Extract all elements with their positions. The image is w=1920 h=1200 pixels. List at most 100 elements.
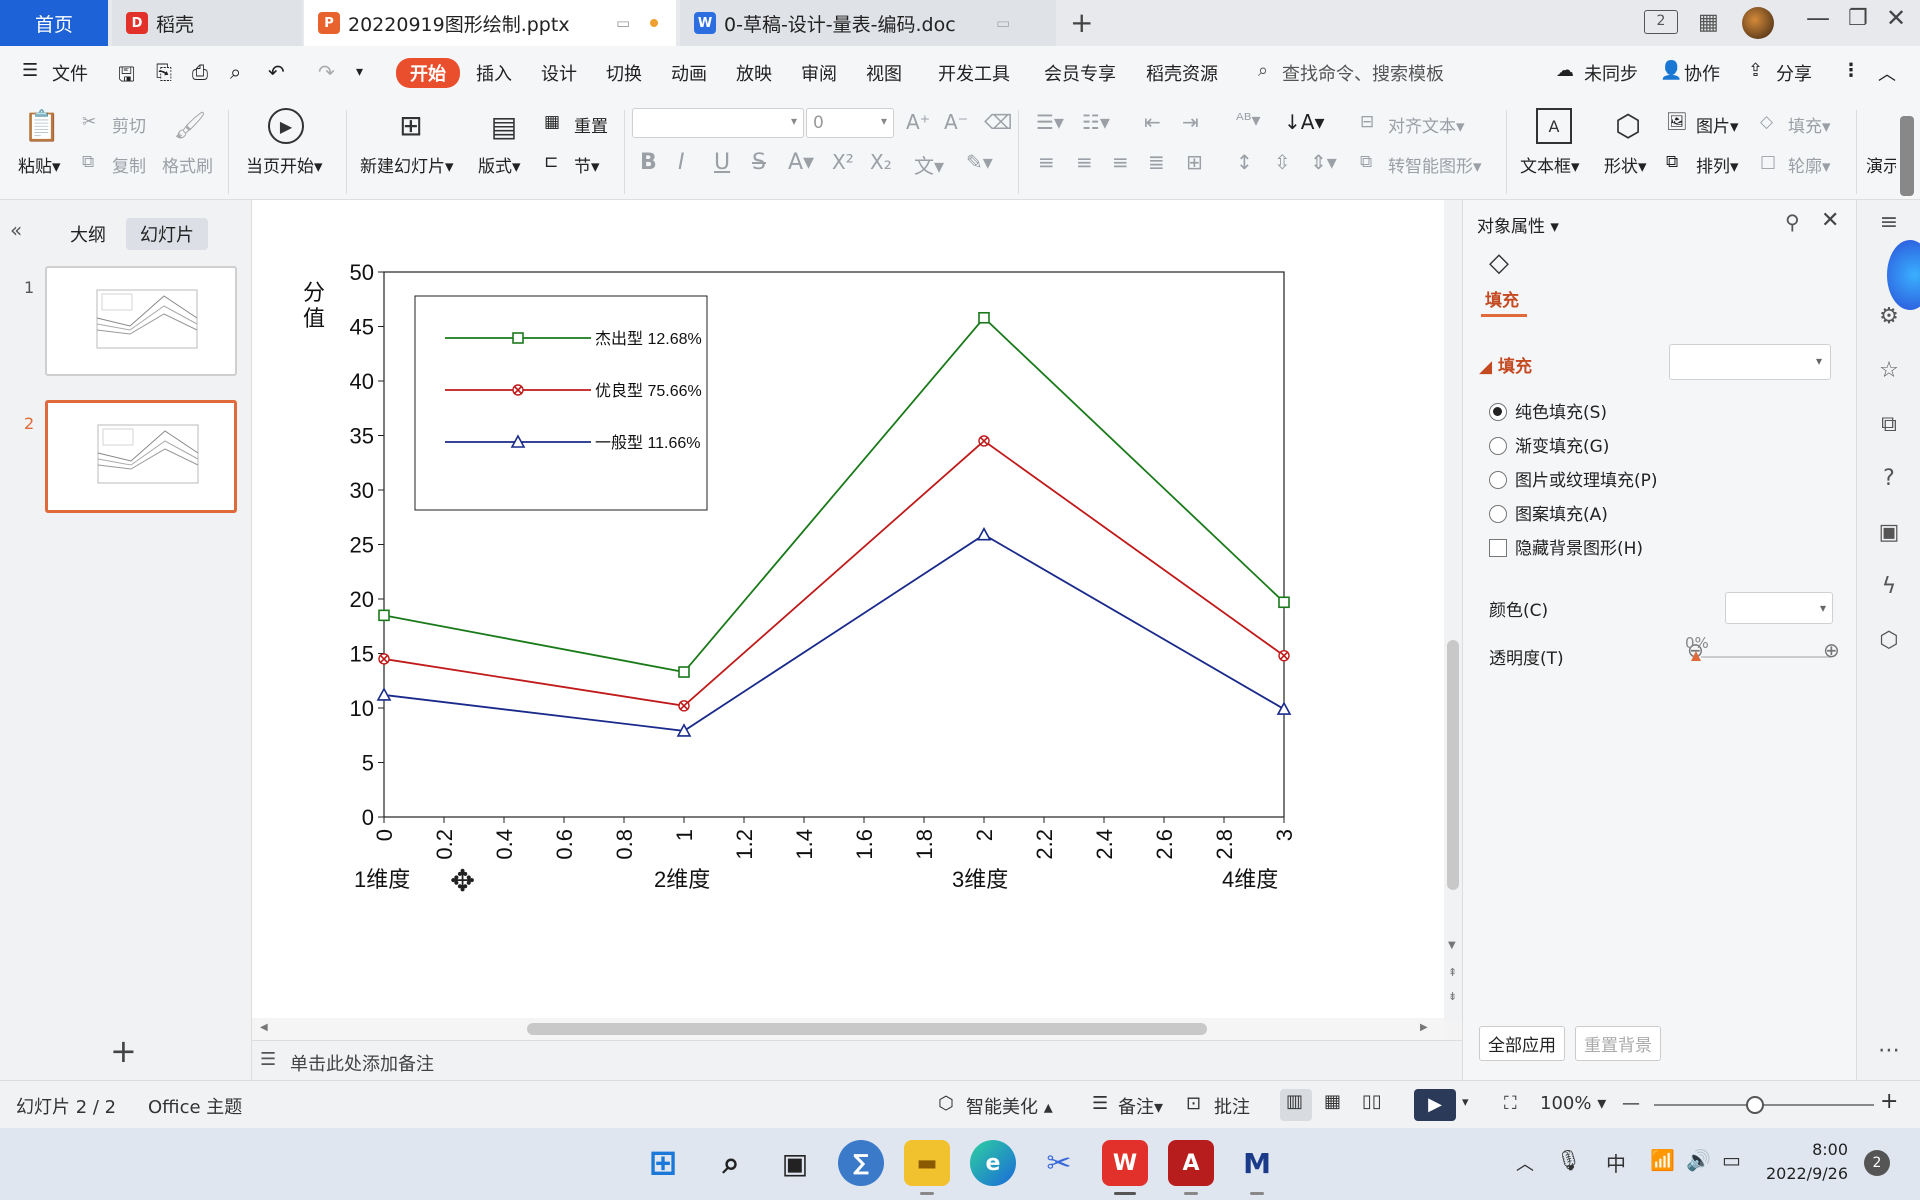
- font-decrease-icon[interactable]: A⁻: [944, 110, 968, 134]
- prev-slide-icon[interactable]: ⇞: [1448, 966, 1457, 979]
- triangle-marker[interactable]: [1276, 701, 1292, 715]
- unsync-button[interactable]: 未同步: [1584, 60, 1638, 86]
- outline-button[interactable]: 轮廓▾: [1788, 152, 1831, 177]
- tab-pptx[interactable]: P 20220919图形绘制.pptx ▭: [304, 0, 676, 46]
- quick-access-dropdown-icon[interactable]: ▾: [356, 64, 363, 80]
- snipping-tool-icon[interactable]: ✂: [1036, 1140, 1082, 1186]
- comments-button[interactable]: 批注: [1214, 1093, 1250, 1119]
- menu-animation[interactable]: 动画: [671, 60, 707, 86]
- command-search-input[interactable]: 查找命令、搜索模板: [1282, 60, 1444, 86]
- increase-indent-icon[interactable]: ⇥: [1182, 110, 1199, 134]
- numbered-list-icon[interactable]: ☷▾: [1082, 110, 1110, 134]
- menu-insert[interactable]: 插入: [476, 60, 512, 86]
- highlight-icon[interactable]: ✎▾: [966, 150, 993, 174]
- menu-slideshow[interactable]: 放映: [736, 60, 772, 86]
- menu-lines-icon[interactable]: ≡: [1875, 210, 1903, 238]
- notes-pane[interactable]: ☰ 单击此处添加备注: [252, 1040, 1462, 1080]
- subscript-icon[interactable]: X₂: [870, 150, 892, 174]
- cube-icon[interactable]: ⬡: [1875, 628, 1903, 656]
- zoom-in-icon[interactable]: +: [1880, 1089, 1898, 1114]
- close-window-icon[interactable]: ✕: [1886, 4, 1906, 32]
- layout-button[interactable]: 版式▾: [478, 152, 521, 177]
- tab-outline[interactable]: 大纲: [56, 218, 120, 250]
- bullet-list-icon[interactable]: ☰▾: [1036, 110, 1064, 134]
- windows-start-icon[interactable]: ⊞: [640, 1140, 686, 1186]
- horizontal-scrollbar[interactable]: ◀ ▶: [252, 1018, 1444, 1040]
- shape-button[interactable]: 形状▾: [1604, 152, 1647, 177]
- line-chart[interactable]: 0 5 10 15 20 25 30 35 40 45 50 0 0.2 0.4 0.6 0.8 1 1.2 1.4…: [252, 200, 1444, 1020]
- tab-slides[interactable]: 幻灯片: [126, 218, 208, 250]
- align-right-icon[interactable]: ≡: [1112, 150, 1129, 174]
- print-preview-icon[interactable]: ⌕: [230, 60, 241, 84]
- more-options-icon[interactable]: ⋯: [1875, 1038, 1903, 1066]
- tray-expand-icon[interactable]: ︿: [1516, 1150, 1534, 1176]
- file-explorer-icon[interactable]: ▬: [904, 1140, 950, 1186]
- shape-icon[interactable]: ⬡: [1608, 106, 1648, 146]
- color-select[interactable]: ▾: [1725, 592, 1833, 624]
- menu-developer[interactable]: 开发工具: [938, 60, 1010, 86]
- help-icon[interactable]: ?: [1875, 466, 1903, 494]
- image-tool-icon[interactable]: ▣: [1875, 520, 1903, 548]
- triangle-marker[interactable]: [376, 687, 392, 701]
- picture-button[interactable]: 图片▾: [1696, 112, 1739, 137]
- line-spacing-icon[interactable]: ↕: [1236, 150, 1253, 174]
- notes-placeholder[interactable]: 单击此处添加备注: [290, 1050, 434, 1076]
- hide-background-checkbox[interactable]: 隐藏背景图形(H): [1489, 534, 1643, 559]
- microphone-icon[interactable]: 🎙: [1556, 1148, 1581, 1172]
- align-left-icon[interactable]: ≡: [1038, 150, 1055, 174]
- monitor-icon[interactable]: ▭: [616, 14, 630, 32]
- clock-time[interactable]: 8:00: [1788, 1140, 1848, 1159]
- square-marker[interactable]: [678, 666, 690, 678]
- collapse-ribbon-icon[interactable]: ︿: [1878, 60, 1896, 86]
- tab-doc[interactable]: W 0-草稿-设计-量表-编码.doc ▭: [680, 0, 1056, 46]
- distribute-icon[interactable]: ⊞: [1186, 150, 1203, 174]
- slide-thumbnail-1[interactable]: [45, 266, 237, 376]
- scroll-down-icon[interactable]: ▼: [1448, 940, 1456, 951]
- share-button[interactable]: 分享: [1776, 60, 1812, 86]
- edge-browser-icon[interactable]: e: [970, 1140, 1016, 1186]
- lightning-icon[interactable]: ϟ: [1875, 574, 1903, 602]
- restore-icon[interactable]: ❐: [1848, 6, 1868, 31]
- slide-thumbnail-2[interactable]: [45, 400, 237, 513]
- assistant-icon[interactable]: [1887, 240, 1920, 310]
- print-icon[interactable]: ⎙: [192, 60, 208, 84]
- avatar[interactable]: [1742, 7, 1774, 39]
- properties-icon[interactable]: ⚙: [1875, 304, 1903, 332]
- monitor-icon[interactable]: ▭: [996, 14, 1010, 32]
- save-icon[interactable]: 🖫: [118, 60, 135, 94]
- fill-bucket-icon[interactable]: ◇: [1489, 248, 1509, 278]
- arrange-button[interactable]: 排列▾: [1696, 152, 1739, 177]
- tab-daoke[interactable]: D 稻壳: [112, 0, 302, 46]
- italic-icon[interactable]: I: [678, 150, 685, 175]
- menu-daoke-resources[interactable]: 稻壳资源: [1146, 60, 1218, 86]
- ime-indicator[interactable]: 中: [1606, 1148, 1626, 1177]
- hamburger-menu-icon[interactable]: ☰: [22, 60, 38, 81]
- zoom-slider[interactable]: [1654, 1104, 1874, 1106]
- series-line-3[interactable]: [383, 533, 1285, 732]
- copy-button[interactable]: 复制: [112, 152, 146, 177]
- font-increase-icon[interactable]: A⁺: [906, 110, 930, 134]
- pattern-fill-option[interactable]: 图案填充(A): [1489, 500, 1608, 525]
- next-slide-icon[interactable]: ⇟: [1448, 990, 1457, 1003]
- paste-button[interactable]: 粘贴▾: [18, 152, 61, 177]
- clear-format-icon[interactable]: ⌫: [984, 110, 1012, 134]
- smart-shape-button[interactable]: 转智能图形▾: [1388, 152, 1482, 177]
- minimize-icon[interactable]: —: [1806, 4, 1830, 32]
- vertical-scroll-thumb[interactable]: [1447, 640, 1459, 890]
- new-slide-icon[interactable]: ⊞: [392, 106, 430, 144]
- tab-home[interactable]: 首页: [0, 0, 108, 46]
- strikethrough-icon[interactable]: S: [752, 150, 766, 175]
- paste-icon[interactable]: 📋: [22, 106, 62, 146]
- textbox-icon[interactable]: A: [1536, 108, 1572, 144]
- scroll-right-icon[interactable]: ▶: [1420, 1022, 1428, 1033]
- font-family-select[interactable]: ▾: [632, 108, 804, 138]
- math-app-icon[interactable]: ∑: [838, 1140, 884, 1186]
- menu-design[interactable]: 设计: [541, 60, 577, 86]
- menu-transition[interactable]: 切换: [606, 60, 642, 86]
- transparency-slider[interactable]: [1701, 656, 1831, 658]
- notification-badge[interactable]: 2: [1864, 1150, 1890, 1176]
- fill-type-select[interactable]: ▾: [1669, 344, 1831, 380]
- textbox-button[interactable]: 文本框▾: [1520, 152, 1580, 177]
- bold-icon[interactable]: B: [640, 150, 657, 175]
- theme-name[interactable]: Office 主题: [148, 1093, 242, 1119]
